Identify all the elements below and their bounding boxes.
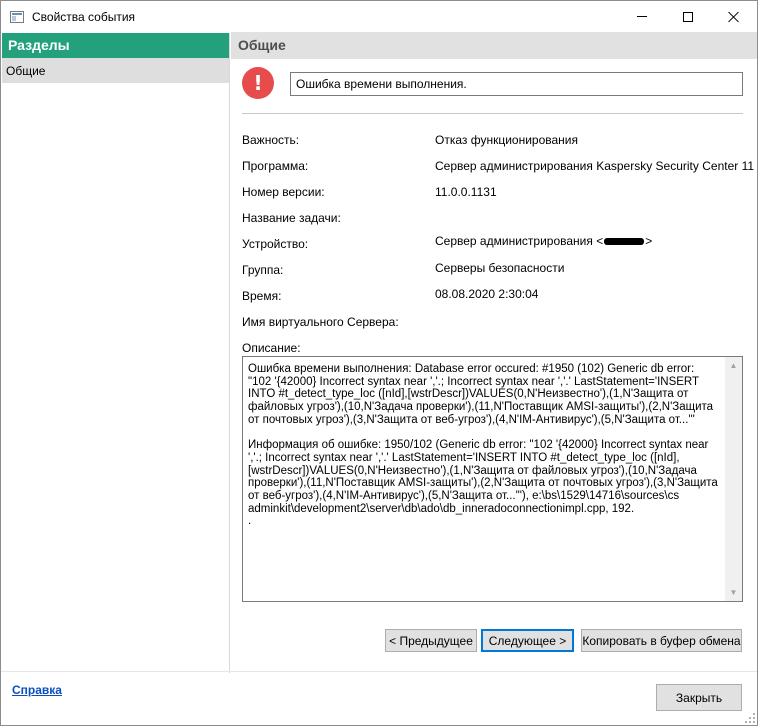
severity-label: Важность: bbox=[242, 133, 300, 147]
sidebar-item-general[interactable]: Общие bbox=[2, 58, 229, 83]
device-value-text: Сервер администрирования < bbox=[435, 234, 604, 248]
description-scrollbar[interactable]: ▲ ▼ bbox=[725, 357, 742, 601]
window-title: Свойства события bbox=[32, 10, 136, 24]
minimize-icon bbox=[637, 16, 647, 17]
footer-divider bbox=[1, 671, 757, 672]
app-icon bbox=[10, 11, 24, 23]
maximize-icon bbox=[683, 11, 693, 22]
version-label: Номер версии: bbox=[242, 185, 325, 199]
application-label: Программа: bbox=[242, 159, 309, 173]
task-name-label: Название задачи: bbox=[242, 211, 341, 225]
time-value: 08.08.2020 2:30:04 bbox=[435, 287, 539, 301]
description-text: Ошибка времени выполнения: Database erro… bbox=[248, 363, 718, 528]
redacted-device-name bbox=[604, 238, 645, 246]
section-title: Общие bbox=[231, 32, 757, 59]
severity-value: Отказ функционирования bbox=[435, 133, 579, 147]
version-value: 11.0.0.1131 bbox=[435, 185, 497, 199]
close-window-button[interactable] bbox=[711, 1, 757, 32]
virtual-server-label: Имя виртуального Сервера: bbox=[242, 315, 399, 329]
sections-sidebar: Разделы Общие bbox=[2, 33, 230, 673]
close-icon bbox=[728, 11, 740, 23]
minimize-button[interactable] bbox=[619, 1, 665, 32]
time-label: Время: bbox=[242, 289, 282, 303]
description-textarea[interactable]: Ошибка времени выполнения: Database erro… bbox=[242, 356, 743, 602]
close-button[interactable]: Закрыть bbox=[656, 684, 742, 711]
error-exclamation-icon: ! bbox=[242, 67, 274, 99]
title-bar: Свойства события bbox=[1, 1, 757, 33]
next-button[interactable]: Следующее > bbox=[481, 629, 574, 652]
scroll-down-icon[interactable]: ▼ bbox=[725, 584, 742, 601]
group-label: Группа: bbox=[242, 263, 284, 277]
device-label: Устройство: bbox=[242, 237, 309, 251]
description-label: Описание: bbox=[242, 341, 301, 355]
device-value: Сервер администрирования < > bbox=[435, 234, 652, 248]
resize-grip[interactable] bbox=[744, 712, 756, 724]
scroll-up-icon[interactable]: ▲ bbox=[725, 357, 742, 374]
group-value: Серверы безопасности bbox=[435, 261, 565, 275]
previous-button[interactable]: < Предыдущее bbox=[385, 629, 477, 652]
copy-to-clipboard-button[interactable]: Копировать в буфер обмена bbox=[581, 629, 742, 652]
divider bbox=[242, 113, 743, 114]
maximize-button[interactable] bbox=[665, 1, 711, 32]
sidebar-header: Разделы bbox=[2, 33, 229, 58]
device-value-suffix: > bbox=[645, 234, 653, 248]
error-summary-field[interactable]: Ошибка времени выполнения. bbox=[290, 72, 743, 96]
application-value: Сервер администрирования Kaspersky Secur… bbox=[435, 159, 755, 173]
help-link[interactable]: Справка bbox=[12, 683, 62, 697]
